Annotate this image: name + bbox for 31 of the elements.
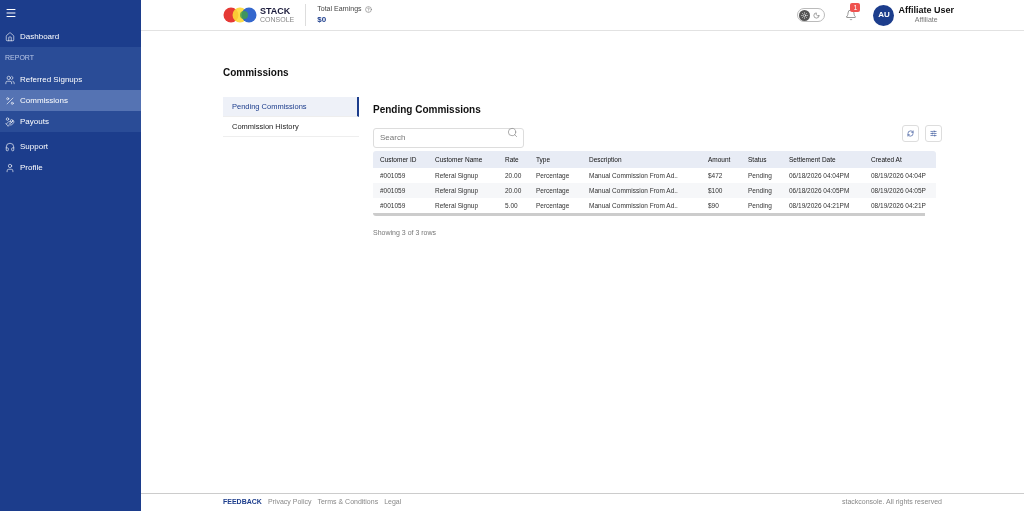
moon-icon <box>813 11 821 19</box>
sidebar-item[interactable]: Support <box>0 136 141 157</box>
filter-icon <box>930 129 937 137</box>
section-title: Pending Commissions <box>373 103 482 117</box>
refresh-button[interactable] <box>902 124 919 142</box>
filter-button[interactable] <box>925 124 942 142</box>
sun-icon <box>801 11 809 19</box>
sidebar-item[interactable]: Referred Signups <box>0 69 141 90</box>
sidebar-item[interactable]: Payouts <box>0 111 141 132</box>
sidebar-item[interactable]: Profile <box>0 157 141 178</box>
page-title: Commissions <box>223 66 290 80</box>
user-avatar[interactable]: AU <box>873 4 895 26</box>
help-icon[interactable] <box>364 5 372 13</box>
users-icon <box>5 74 15 85</box>
search-field[interactable]: Search <box>373 127 524 148</box>
search-icon <box>507 127 518 138</box>
percent-icon <box>5 95 15 106</box>
logo-icon <box>223 5 257 25</box>
headset-icon <box>5 141 15 152</box>
sidebar-item[interactable]: Dashboard <box>0 26 141 47</box>
earnings-value: $0 <box>317 14 328 27</box>
logo-title: STACK <box>260 7 292 16</box>
sidebar-item[interactable]: Commissions <box>0 90 141 111</box>
home-icon <box>5 31 15 42</box>
refresh-icon <box>907 129 914 137</box>
hand-coins-icon <box>5 116 15 127</box>
menu-icon[interactable] <box>5 7 17 19</box>
notification-bell-icon[interactable] <box>845 9 858 21</box>
user-name: Affiliate User <box>898 5 954 17</box>
horizontal-scrollbar[interactable] <box>373 213 925 216</box>
user-icon <box>5 162 15 173</box>
